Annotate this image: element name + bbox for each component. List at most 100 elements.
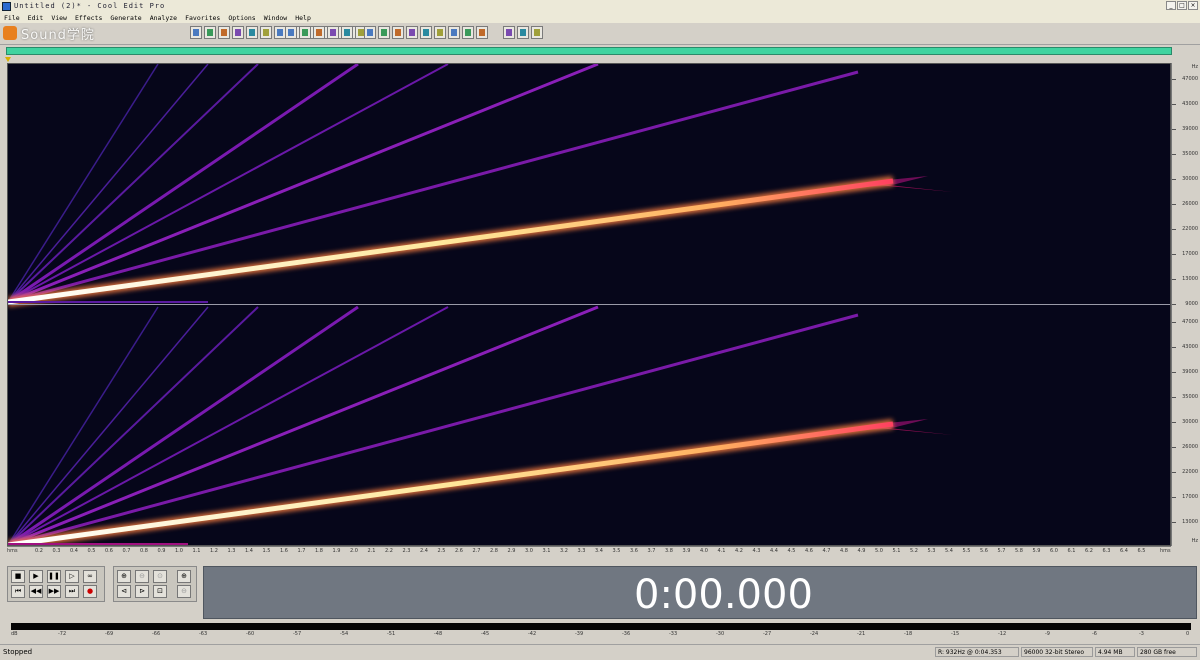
toolbar-button-icon[interactable] [327, 26, 339, 39]
time-ruler[interactable]: hms hms 0.2 0.3 0.4 0.5 0.6 0.7 0.8 0.9 1.0 1.1 1.… [7, 546, 1171, 557]
rewind-button[interactable]: ◀◀ [29, 585, 43, 598]
toolbar-button-icon[interactable] [531, 26, 543, 39]
frequency-tick [1172, 79, 1176, 80]
time-tick-label: 4.6 [805, 548, 813, 554]
zoom-in-vertical-icon[interactable]: ⊕ [177, 570, 191, 583]
playhead-marker[interactable] [5, 57, 11, 62]
zoom-to-right-icon[interactable]: ⊳ [135, 585, 149, 598]
zoom-to-left-icon[interactable]: ⊲ [117, 585, 131, 598]
toolbar-button-icon[interactable] [313, 26, 325, 39]
time-unit-right: hms [1160, 548, 1171, 554]
time-tick-label: 2.1 [367, 548, 376, 554]
frequency-tick [1172, 229, 1176, 230]
spectral-view[interactable] [7, 63, 1171, 546]
status-file-size: 4.94 MB [1095, 647, 1135, 657]
menu-file[interactable]: File [4, 14, 20, 22]
level-meter: dB -72 -69 -66 -63 -60 -57 -54 -51 -48 -45 -42 -39 -3… [7, 621, 1196, 641]
zoom-in-horizontal-icon[interactable]: ⊕ [117, 570, 131, 583]
frequency-tick-label: 35000 [1182, 394, 1198, 400]
toolbar-button-icon[interactable] [364, 26, 376, 39]
toolbar-button-icon[interactable] [285, 26, 297, 39]
time-tick-label: 5.3 [927, 548, 936, 554]
toolbar-button-icon[interactable] [406, 26, 418, 39]
toolbar-button-icon[interactable] [448, 26, 460, 39]
time-tick-label: 4.5 [787, 548, 796, 554]
loop-button[interactable]: ∞ [83, 570, 97, 583]
db-tick-label: dB [11, 631, 18, 637]
time-tick-label: 3.6 [630, 548, 638, 554]
toolbar-button-icon[interactable] [218, 26, 230, 39]
time-tick-label: 4.9 [857, 548, 866, 554]
frequency-tick-label: 47000 [1182, 319, 1198, 325]
toolbar-button-icon[interactable] [260, 26, 272, 39]
minimize-button[interactable]: _ [1166, 1, 1176, 10]
toolbar-button-icon[interactable] [434, 26, 446, 39]
toolbar-button-icon[interactable] [299, 26, 311, 39]
pause-button[interactable]: ❚❚ [47, 570, 61, 583]
toolbar-button-icon[interactable] [341, 26, 353, 39]
frequency-tick-label: 39000 [1182, 126, 1198, 132]
time-tick-label: 4.1 [717, 548, 726, 554]
toolbar-button-icon[interactable] [420, 26, 432, 39]
zoom-selection-icon[interactable]: ⊡ [153, 585, 167, 598]
db-tick-label: -39 [575, 631, 584, 637]
menu-effects[interactable]: Effects [75, 14, 102, 22]
menu-favorites[interactable]: Favorites [185, 14, 220, 22]
time-tick-label: 5.6 [980, 548, 988, 554]
frequency-ruler: Hz Hz 47000 43000 39000 35000 30000 26000 2200… [1171, 63, 1200, 546]
frequency-tick-label: 35000 [1182, 151, 1198, 157]
time-tick-label: 4.0 [700, 548, 708, 554]
time-tick-label: 4.7 [822, 548, 831, 554]
frequency-tick-label: 17000 [1182, 494, 1198, 500]
play-button[interactable]: ▶ [29, 570, 43, 583]
toolbar-button-icon[interactable] [232, 26, 244, 39]
menu-help[interactable]: Help [295, 14, 311, 22]
record-button[interactable]: ● [83, 585, 97, 598]
menu-edit[interactable]: Edit [28, 14, 44, 22]
time-tick-label: 6.0 [1050, 548, 1058, 554]
time-display: 0:00.000 [203, 566, 1197, 619]
zoom-out-horizontal-icon[interactable]: ⊖ [135, 570, 149, 583]
db-tick-label: -63 [199, 631, 208, 637]
overview-bar[interactable] [6, 47, 1172, 55]
fast-forward-button[interactable]: ▶▶ [47, 585, 61, 598]
toolbar-button-icon[interactable] [462, 26, 474, 39]
channel-left [8, 64, 953, 307]
frequency-tick [1172, 372, 1176, 373]
time-tick-label: 5.4 [945, 548, 953, 554]
close-button[interactable]: × [1188, 1, 1198, 10]
menu-view[interactable]: View [51, 14, 67, 22]
db-tick-label: -21 [857, 631, 866, 637]
toolbar-button-icon[interactable] [392, 26, 404, 39]
zoom-full-icon[interactable]: ⊙ [153, 570, 167, 583]
toolbar-button-icon[interactable] [476, 26, 488, 39]
frequency-tick-label: 43000 [1182, 101, 1198, 107]
menu-window[interactable]: Window [264, 14, 287, 22]
db-tick-label: -45 [481, 631, 490, 637]
go-to-start-button[interactable]: ⏮ [11, 585, 25, 598]
toolbar-button-icon[interactable] [378, 26, 390, 39]
toolbar-button-icon[interactable] [503, 26, 515, 39]
play-to-end-button[interactable]: ▷ [65, 570, 79, 583]
db-tick-label: -3 [1139, 631, 1144, 637]
toolbar-button-icon[interactable] [204, 26, 216, 39]
maximize-button[interactable]: □ [1177, 1, 1187, 10]
toolbar-button-icon[interactable] [246, 26, 258, 39]
watermark-text: Sound学院 [21, 27, 95, 43]
frequency-tick-label: 26000 [1182, 444, 1198, 450]
time-readout: 0:00.000 [634, 572, 813, 618]
time-tick-label: 4.8 [840, 548, 848, 554]
go-to-end-button[interactable]: ⏭ [65, 585, 79, 598]
stop-button[interactable]: ■ [11, 570, 25, 583]
toolbar-button-icon[interactable] [190, 26, 202, 39]
window-title: Untitled (2)* - Cool Edit Pro [14, 2, 166, 10]
time-tick-label: 2.3 [402, 548, 411, 554]
menu-options[interactable]: Options [228, 14, 255, 22]
menu-analyze[interactable]: Analyze [150, 14, 177, 22]
time-tick-label: 2.8 [490, 548, 498, 554]
menu-generate[interactable]: Generate [110, 14, 141, 22]
time-tick-label: 2.0 [350, 548, 358, 554]
zoom-out-vertical-icon[interactable]: ⊖ [177, 585, 191, 598]
toolbar-button-icon[interactable] [517, 26, 529, 39]
time-tick-label: 5.9 [1032, 548, 1041, 554]
